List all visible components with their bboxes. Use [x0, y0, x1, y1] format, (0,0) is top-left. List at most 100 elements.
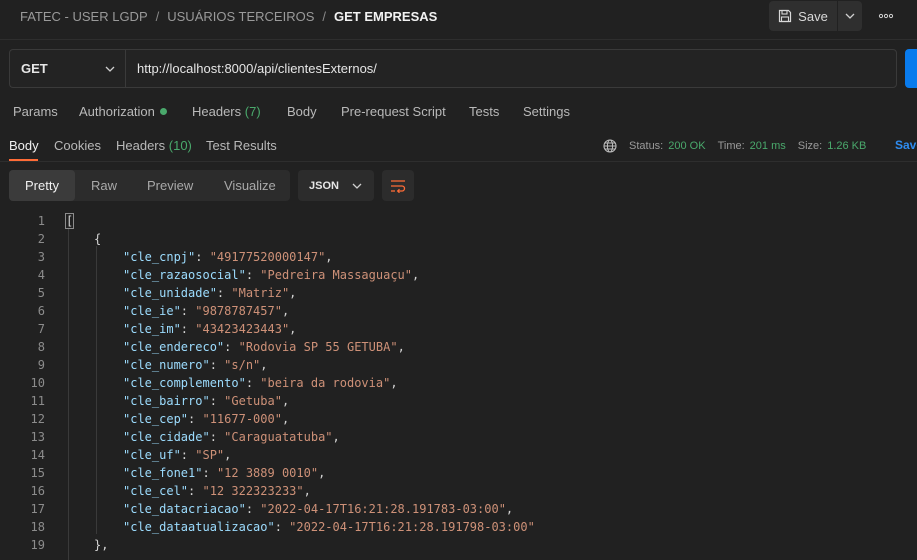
view-raw[interactable]: Raw [75, 170, 133, 201]
more-options-button[interactable] [874, 6, 898, 26]
json-key: "cle_endereco" [123, 340, 225, 354]
breadcrumb-request[interactable]: GET EMPRESAS [334, 9, 437, 24]
breadcrumb-folder[interactable]: USUÁRIOS TERCEIROS [167, 9, 314, 24]
json-colon: : [180, 448, 196, 462]
json-string-value: "11677-000" [202, 412, 282, 426]
save-options-button[interactable] [838, 1, 862, 31]
save-button[interactable]: Save [769, 1, 837, 31]
url-input[interactable]: http://localhost:8000/api/clientesExtern… [125, 49, 897, 88]
time-value[interactable]: 201 ms [750, 140, 786, 152]
line-number: 16 [30, 484, 45, 498]
json-colon: : [180, 304, 196, 318]
json-punctuation: { [94, 232, 102, 246]
view-visualize[interactable]: Visualize [208, 170, 292, 201]
json-key: "cle_numero" [123, 358, 210, 372]
line-number: 14 [30, 448, 45, 462]
code-text: "cle_uf": "SP", [123, 446, 231, 464]
json-key: "cle_cnpj" [123, 250, 196, 264]
url-input-value: http://localhost:8000/api/clientesExtern… [137, 61, 377, 76]
code-text: "cle_unidade": "Matriz", [123, 284, 296, 302]
http-method-select[interactable]: GET [9, 49, 125, 88]
json-colon: : [180, 322, 196, 336]
json-key: "cle_ie" [123, 304, 181, 318]
json-comma: , [325, 250, 333, 264]
json-key: "cle_complemento" [123, 376, 246, 390]
code-text: "cle_bairro": "Getuba", [123, 392, 289, 410]
line-number: 10 [30, 376, 45, 390]
tab-settings[interactable]: Settings [523, 104, 570, 119]
code-text: "cle_cep": "11677-000", [123, 410, 289, 428]
line-number: 18 [30, 520, 45, 534]
wrap-lines-button[interactable] [382, 170, 414, 201]
json-comma: , [318, 466, 326, 480]
json-key: "cle_dataatualizacao" [123, 520, 275, 534]
line-number: 6 [37, 304, 45, 318]
json-colon: : [245, 502, 261, 516]
size-label: Size: [797, 140, 823, 152]
http-method-value: GET [21, 61, 48, 76]
json-colon: : [195, 250, 210, 264]
response-tab-cookies[interactable]: Cookies [54, 138, 101, 153]
time-label: Time: [717, 140, 745, 152]
code-line: 7 "cle_im": "43423423443", [0, 320, 917, 338]
code-line: 6 "cle_ie": "9878787457", [0, 302, 917, 320]
json-string-value: "Matriz" [231, 286, 290, 300]
json-key: "cle_unidade" [123, 286, 217, 300]
view-pretty[interactable]: Pretty [9, 170, 75, 201]
code-line: 14 "cle_uf": "SP", [0, 446, 917, 464]
response-body-editor[interactable]: 1[2{3 "cle_cnpj": "49177520000147", 4 "cle_… [0, 210, 917, 560]
json-comma: , [505, 502, 514, 516]
json-string-value: "9878787457" [195, 304, 282, 318]
json-colon: : [209, 430, 225, 444]
code-line: 15 "cle_fone1": "12 3889 0010", [0, 464, 917, 482]
tab-headers[interactable]: Headers (7) [192, 104, 261, 119]
format-select[interactable]: JSON [298, 170, 374, 201]
json-punctuation: [ [64, 213, 75, 229]
code-text: "cle_numero": "s/n", [123, 356, 268, 374]
line-number: 8 [37, 340, 45, 354]
json-string-value: "s/n" [224, 358, 261, 372]
more-horizontal-icon [878, 13, 894, 19]
send-button[interactable] [905, 49, 917, 88]
breadcrumb-workspace[interactable]: FATEC - USER LGDP [20, 9, 148, 24]
json-comma: , [289, 286, 297, 300]
view-preview[interactable]: Preview [131, 170, 209, 201]
code-line: 11 "cle_bairro": "Getuba", [0, 392, 917, 410]
code-text: "cle_endereco": "Rodovia SP 55 GETUBA", [123, 338, 405, 356]
tab-authorization[interactable]: Authorization [79, 104, 167, 119]
json-colon: : [224, 340, 239, 354]
globe-icon[interactable] [603, 139, 617, 153]
response-status: Status: 200 OK Time: 201 ms Size: 1.26 K… [603, 138, 878, 154]
json-string-value: "2022-04-17T16:21:28.191783-03:00" [260, 502, 506, 516]
save-button-label: Save [798, 8, 828, 24]
size-value[interactable]: 1.26 KB [827, 140, 866, 152]
json-comma: , [289, 322, 297, 336]
line-number: 17 [30, 502, 45, 516]
code-text: "cle_fone1": "12 3889 0010", [123, 464, 325, 482]
line-number: 9 [37, 358, 45, 372]
active-tab-indicator [9, 159, 38, 161]
response-tab-test-results[interactable]: Test Results [206, 138, 277, 153]
code-text: "cle_cidade": "Caraguatatuba", [123, 428, 340, 446]
response-tab-headers-count: (10) [168, 138, 192, 153]
tab-params[interactable]: Params [13, 104, 58, 119]
status-value[interactable]: 200 OK [668, 140, 705, 152]
response-tab-headers[interactable]: Headers (10) [116, 138, 192, 153]
breadcrumb-separator: / [155, 8, 160, 24]
code-text: "cle_dataatualizacao": "2022-04-17T16:21… [123, 518, 535, 536]
json-string-value: "12 3889 0010" [216, 466, 319, 480]
line-number: 1 [37, 214, 45, 228]
tab-body[interactable]: Body [287, 104, 317, 119]
tab-headers-label: Headers [192, 104, 242, 119]
code-line: 19}, [0, 536, 917, 554]
code-line: 4 "cle_razaosocial": "Pedreira Massaguaçu… [0, 266, 917, 284]
code-line: 12 "cle_cep": "11677-000", [0, 410, 917, 428]
json-string-value: "Getuba" [224, 394, 282, 408]
format-value: JSON [309, 179, 339, 192]
save-response-button[interactable]: Save [895, 138, 917, 152]
code-line: 10 "cle_complemento": "beira da rodovia", [0, 374, 917, 392]
tab-prerequest-script[interactable]: Pre-request Script [341, 104, 446, 119]
response-tab-body[interactable]: Body [9, 138, 39, 153]
tab-authorization-label: Authorization [79, 104, 155, 119]
tab-tests[interactable]: Tests [469, 104, 499, 119]
